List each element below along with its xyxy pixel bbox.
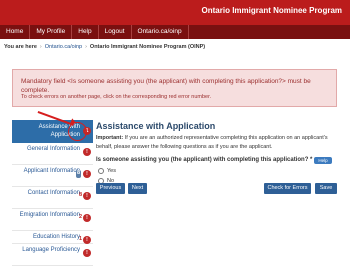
error-count[interactable]: 1 [79, 236, 82, 244]
sidebar-item-general[interactable]: General Information ! [12, 143, 93, 165]
sidebar-item-emigration[interactable]: Emigration Information 2 ! [12, 209, 93, 231]
page-title: Assistance with Application [96, 121, 216, 131]
error-count[interactable]: 2 [79, 214, 82, 222]
chevron-right-icon: › [39, 44, 42, 50]
intro-important: Important: [96, 135, 124, 141]
breadcrumb-link[interactable]: Ontario.ca/oinp [45, 44, 82, 50]
error-count[interactable]: 8 [79, 192, 82, 200]
error-count[interactable]: 8 [75, 170, 81, 178]
nav-my-profile[interactable]: My Profile [30, 25, 73, 39]
radio-yes[interactable] [98, 168, 104, 174]
breadcrumb-current: Ontario Immigrant Nominee Program (OINP) [89, 44, 206, 50]
next-button[interactable]: Next [128, 183, 147, 194]
error-sub-text: To check errors on another page, click o… [21, 94, 212, 100]
nav-home[interactable]: Home [0, 25, 31, 39]
sidebar-item-label: Emigration Information [19, 212, 80, 218]
chevron-right-icon: › [85, 44, 87, 50]
sidebar-item-applicant[interactable]: Applicant Information 8 ! [12, 165, 93, 187]
sidebar-item-label: Applicant Information [23, 168, 80, 174]
sidebar-item-language[interactable]: Language Proficiency ! [12, 244, 93, 266]
assistance-question: Is someone assisting you (the applicant)… [96, 157, 313, 163]
help-label: Help [318, 158, 328, 163]
header-banner: Ontario Immigrant Nominee Program [0, 0, 350, 25]
help-button[interactable]: Help [314, 157, 332, 164]
nav-oinp-link[interactable]: Ontario.ca/oinp [132, 25, 189, 39]
option-yes[interactable]: Yes [98, 168, 116, 174]
sidebar-item-contact[interactable]: Contact Information 8 ! [12, 187, 93, 209]
sidebar-item-label: Contact Information [27, 190, 80, 196]
breadcrumb: You are here › Ontario.ca/oinp › Ontario Imm… [4, 44, 205, 50]
annotation-circle [68, 122, 87, 141]
top-nav: Home My Profile Help Logout Ontario.ca/o… [0, 25, 350, 39]
sidebar-item-label: General Information [26, 146, 80, 152]
intro-text: Important: If you are an authorized repr… [96, 134, 344, 151]
error-badge[interactable]: ! [83, 236, 91, 244]
error-badge[interactable]: ! [83, 148, 91, 156]
option-yes-label: Yes [107, 168, 116, 174]
previous-button[interactable]: Previous [96, 183, 125, 194]
sidebar: Assistance with Application 1 General In… [12, 120, 93, 266]
nav-logout[interactable]: Logout [99, 25, 132, 39]
error-badge[interactable]: ! [83, 214, 91, 222]
error-badge[interactable]: ! [83, 249, 91, 257]
error-message-box: Mandatory field <Is someone assisting yo… [12, 69, 337, 107]
error-badge[interactable]: ! [83, 170, 91, 178]
program-title: Ontario Immigrant Nominee Program [201, 6, 342, 15]
check-errors-button[interactable]: Check for Errors [264, 183, 311, 194]
save-button[interactable]: Save [315, 183, 337, 194]
sidebar-item-label: Language Proficiency [22, 247, 80, 253]
sidebar-item-education[interactable]: Education History 1 ! [12, 231, 93, 244]
breadcrumb-prefix: You are here [4, 44, 37, 50]
sidebar-item-label: Education History [32, 234, 80, 240]
error-badge[interactable]: ! [83, 192, 91, 200]
error-main-text: Mandatory field <Is someone assisting yo… [21, 78, 311, 94]
intro-body: If you are an authorized representative … [96, 135, 328, 150]
nav-help[interactable]: Help [72, 25, 99, 39]
